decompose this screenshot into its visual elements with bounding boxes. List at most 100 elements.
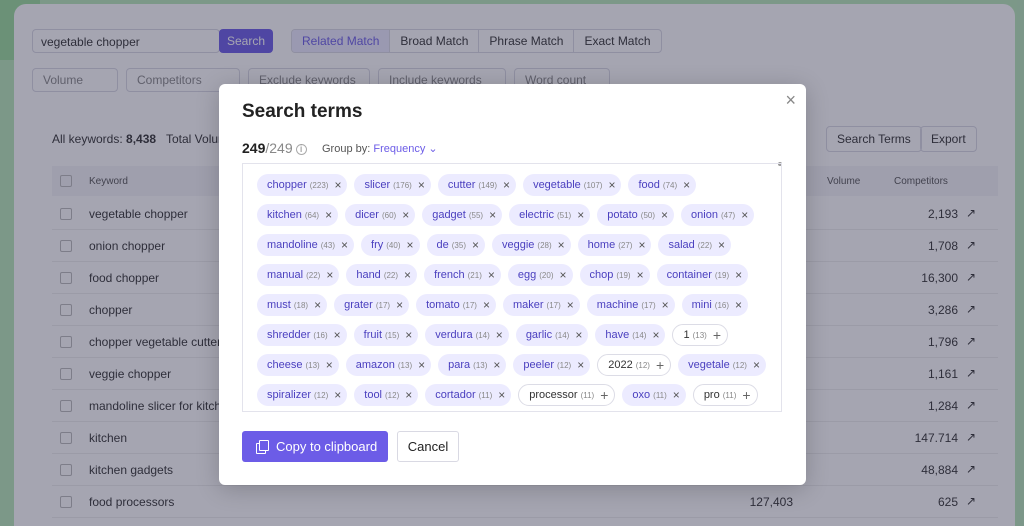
term-tag[interactable]: de (35) × <box>426 234 485 256</box>
remove-icon[interactable]: × <box>718 238 725 252</box>
cancel-button[interactable]: Cancel <box>397 431 459 462</box>
term-tag[interactable]: shredder (16) × <box>257 324 347 346</box>
remove-icon[interactable]: × <box>753 358 760 372</box>
remove-icon[interactable]: × <box>498 388 505 402</box>
remove-icon[interactable]: × <box>652 328 659 342</box>
remove-icon[interactable]: × <box>638 238 645 252</box>
remove-icon[interactable]: × <box>567 298 574 312</box>
term-tag[interactable]: salad (22) × <box>658 234 731 256</box>
remove-icon[interactable]: × <box>559 268 566 282</box>
remove-icon[interactable]: × <box>334 388 341 402</box>
term-tag[interactable]: manual (22) × <box>257 264 340 286</box>
term-tag[interactable]: vegetable (107) × <box>523 174 622 196</box>
copy-to-clipboard-button[interactable]: Copy to clipboard <box>242 431 388 462</box>
term-tag[interactable]: french (21) × <box>424 264 501 286</box>
term-tag[interactable]: maker (17) × <box>502 294 580 316</box>
remove-icon[interactable]: × <box>405 328 412 342</box>
term-tag[interactable]: para (13) × <box>438 354 507 376</box>
term-tag[interactable]: chopper (223) × <box>257 174 348 196</box>
term-tag[interactable]: electric (51) × <box>509 204 591 226</box>
remove-icon[interactable]: × <box>673 388 680 402</box>
term-label: dicer <box>355 209 379 221</box>
term-tag[interactable]: chop (19) × <box>579 264 650 286</box>
remove-icon[interactable]: × <box>418 358 425 372</box>
remove-icon[interactable]: × <box>661 208 668 222</box>
remove-icon[interactable]: × <box>493 358 500 372</box>
term-tag[interactable]: fruit (15) × <box>353 324 419 346</box>
term-tag[interactable]: slicer (176) × <box>354 174 431 196</box>
remove-icon[interactable]: × <box>326 268 333 282</box>
term-tag[interactable]: container (19) × <box>656 264 749 286</box>
remove-icon[interactable]: × <box>735 298 742 312</box>
term-tag[interactable]: kitchen (64) × <box>257 204 339 226</box>
add-icon[interactable]: + <box>656 357 664 373</box>
term-tag[interactable]: spiralizer (12) × <box>257 384 348 406</box>
term-tag[interactable]: cutter (149) × <box>437 174 517 196</box>
term-tag[interactable]: onion (47) × <box>681 204 755 226</box>
term-tag[interactable]: grater (17) × <box>334 294 410 316</box>
term-tag[interactable]: tomato (17) × <box>416 294 496 316</box>
remove-icon[interactable]: × <box>488 268 495 282</box>
remove-icon[interactable]: × <box>406 238 413 252</box>
remove-icon[interactable]: × <box>341 238 348 252</box>
term-tag[interactable]: cortador (11) × <box>425 384 512 406</box>
remove-icon[interactable]: × <box>404 268 411 282</box>
term-tag[interactable]: amazon (13) × <box>345 354 432 376</box>
remove-icon[interactable]: × <box>314 298 321 312</box>
term-tag[interactable]: potato (50) × <box>597 204 675 226</box>
term-tag[interactable]: tool (12) × <box>354 384 419 406</box>
term-tag[interactable]: verdura (14) × <box>425 324 509 346</box>
remove-icon[interactable]: × <box>325 208 332 222</box>
term-tag[interactable]: hand (22) × <box>346 264 418 286</box>
remove-icon[interactable]: × <box>402 208 409 222</box>
term-tag[interactable]: vegetale (12) × <box>678 354 766 376</box>
remove-icon[interactable]: × <box>396 298 403 312</box>
remove-icon[interactable]: × <box>483 298 490 312</box>
info-icon[interactable]: i <box>295 144 307 155</box>
group-by-dropdown[interactable]: Group by: Frequency ⌄ <box>322 142 438 155</box>
term-tag[interactable]: 1 (13) + <box>672 324 729 346</box>
remove-icon[interactable]: × <box>334 178 341 192</box>
remove-icon[interactable]: × <box>496 328 503 342</box>
term-tag[interactable]: veggie (28) × <box>492 234 571 256</box>
remove-icon[interactable]: × <box>608 178 615 192</box>
term-tag[interactable]: processor (11) + <box>518 384 616 406</box>
remove-icon[interactable]: × <box>418 178 425 192</box>
term-tag[interactable]: mandoline (43) × <box>257 234 355 256</box>
term-tag[interactable]: egg (20) × <box>507 264 573 286</box>
remove-icon[interactable]: × <box>558 238 565 252</box>
term-tag[interactable]: food (74) × <box>628 174 697 196</box>
term-tag[interactable]: 2022 (12) + <box>597 354 672 376</box>
remove-icon[interactable]: × <box>503 178 510 192</box>
add-icon[interactable]: + <box>713 327 721 343</box>
remove-icon[interactable]: × <box>637 268 644 282</box>
term-tag[interactable]: fry (40) × <box>361 234 420 256</box>
remove-icon[interactable]: × <box>489 208 496 222</box>
term-tag[interactable]: pro (11) + <box>692 384 758 406</box>
term-tag[interactable]: gadget (55) × <box>422 204 503 226</box>
remove-icon[interactable]: × <box>577 208 584 222</box>
term-tag[interactable]: have (14) × <box>595 324 666 346</box>
remove-icon[interactable]: × <box>735 268 742 282</box>
remove-icon[interactable]: × <box>577 358 584 372</box>
add-icon[interactable]: + <box>600 387 608 403</box>
term-tag[interactable]: must (18) × <box>257 294 328 316</box>
remove-icon[interactable]: × <box>683 178 690 192</box>
close-icon[interactable]: × <box>785 90 796 111</box>
remove-icon[interactable]: × <box>334 328 341 342</box>
remove-icon[interactable]: × <box>326 358 333 372</box>
term-tag[interactable]: dicer (60) × <box>345 204 416 226</box>
term-tag[interactable]: peeler (12) × <box>513 354 591 376</box>
remove-icon[interactable]: × <box>405 388 412 402</box>
term-tag[interactable]: machine (17) × <box>586 294 675 316</box>
add-icon[interactable]: + <box>742 387 750 403</box>
term-tag[interactable]: oxo (11) × <box>622 384 686 406</box>
term-tag[interactable]: garlic (14) × <box>515 324 589 346</box>
term-tag[interactable]: mini (16) × <box>681 294 749 316</box>
remove-icon[interactable]: × <box>575 328 582 342</box>
remove-icon[interactable]: × <box>741 208 748 222</box>
remove-icon[interactable]: × <box>472 238 479 252</box>
term-tag[interactable]: cheese (13) × <box>257 354 339 376</box>
term-tag[interactable]: home (27) × <box>577 234 652 256</box>
remove-icon[interactable]: × <box>662 298 669 312</box>
